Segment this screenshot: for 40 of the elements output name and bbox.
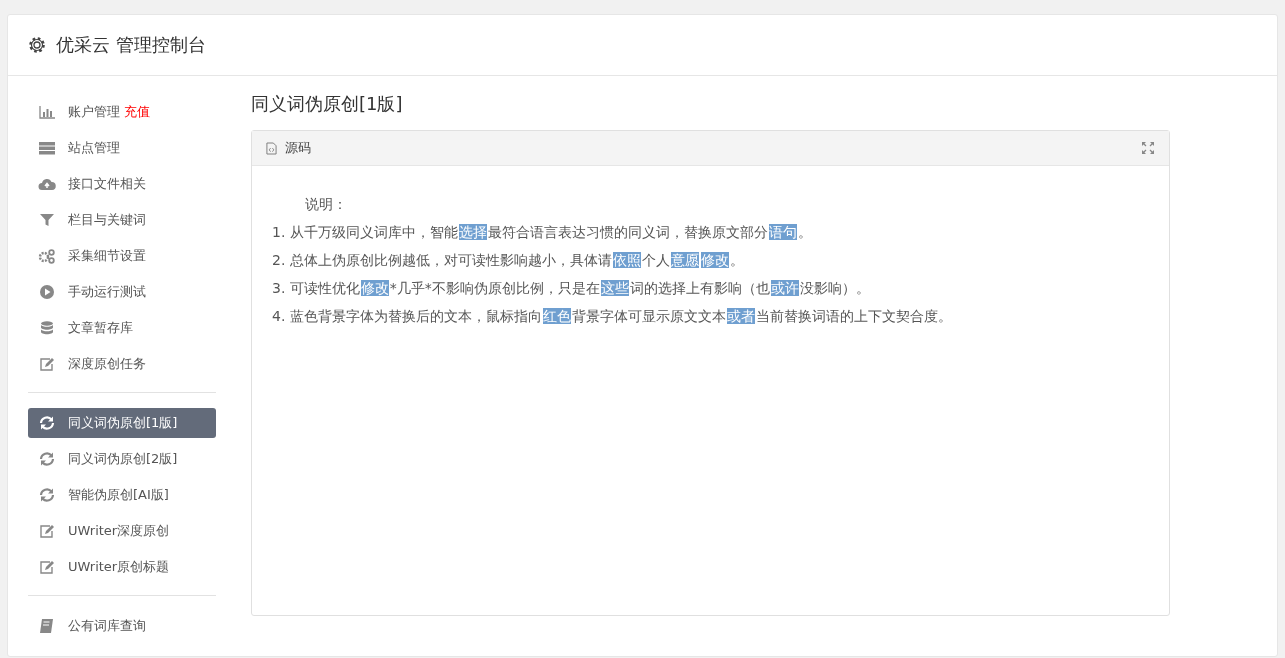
edit-icon <box>38 356 56 372</box>
cloud-upload-icon <box>38 176 56 192</box>
sidebar-item[interactable]: 文章暂存库 <box>28 313 216 343</box>
book-icon <box>38 618 56 634</box>
instruction-line: 3. 可读性优化修改*几乎*不影响伪原创比例，只是在这些词的选择上有影响（也或许没影响）。 <box>272 279 871 298</box>
settings-icon <box>28 36 46 54</box>
server-icon <box>38 140 56 156</box>
console-title: 优采云 管理控制台 <box>56 33 206 57</box>
instruction-line: 1. 从千万级同义词库中，智能选择最符合语言表达习惯的同义词，替换原文部分语句。 <box>272 223 813 242</box>
play-icon <box>38 284 56 300</box>
source-tab[interactable]: 源码 <box>285 139 311 157</box>
recharge-link[interactable]: 充值 <box>124 103 150 121</box>
sidebar-item[interactable]: 接口文件相关 <box>28 169 216 199</box>
database-icon <box>38 320 56 336</box>
sidebar-item[interactable]: 智能伪原创[AI版] <box>28 480 216 510</box>
refresh-icon <box>38 415 56 431</box>
sidebar-item[interactable]: 手动运行测试 <box>28 277 216 307</box>
edit-icon <box>38 559 56 575</box>
sidebar-item[interactable]: 账户管理 充值 <box>28 97 216 127</box>
page-title: 同义词伪原创[1版] <box>251 92 404 116</box>
sidebar-item[interactable]: 同义词伪原创[1版] <box>28 408 216 438</box>
sidebar-item[interactable]: UWriter深度原创 <box>28 516 216 546</box>
sidebar-item[interactable]: 公有词库查询 <box>28 611 216 641</box>
instruction-line: 2. 总体上伪原创比例越低，对可读性影响越小，具体请依照个人意愿修改。 <box>272 251 745 270</box>
fullscreen-icon[interactable] <box>1141 141 1155 155</box>
sidebar-item[interactable]: 采集细节设置 <box>28 241 216 271</box>
instructions-heading: 说明： <box>304 195 348 214</box>
refresh-icon <box>38 451 56 467</box>
sidebar-item[interactable]: 深度原创任务 <box>28 349 216 379</box>
chart-icon <box>38 104 56 120</box>
sidebar-item[interactable]: 站点管理 <box>28 133 216 163</box>
edit-icon <box>38 523 56 539</box>
code-file-icon <box>266 141 277 155</box>
gears-icon <box>38 248 56 264</box>
sidebar-item[interactable]: 栏目与关键词 <box>28 205 216 235</box>
refresh-icon <box>38 487 56 503</box>
sidebar-item[interactable]: UWriter原创标题 <box>28 552 216 582</box>
instruction-line: 4. 蓝色背景字体为替换后的文本，鼠标指向 红色背景字体可显示原文文本或者当前替换词语的上下文契合度。 <box>272 307 953 326</box>
sidebar-item[interactable]: 同义词伪原创[2版] <box>28 444 216 474</box>
filter-icon <box>38 212 56 228</box>
